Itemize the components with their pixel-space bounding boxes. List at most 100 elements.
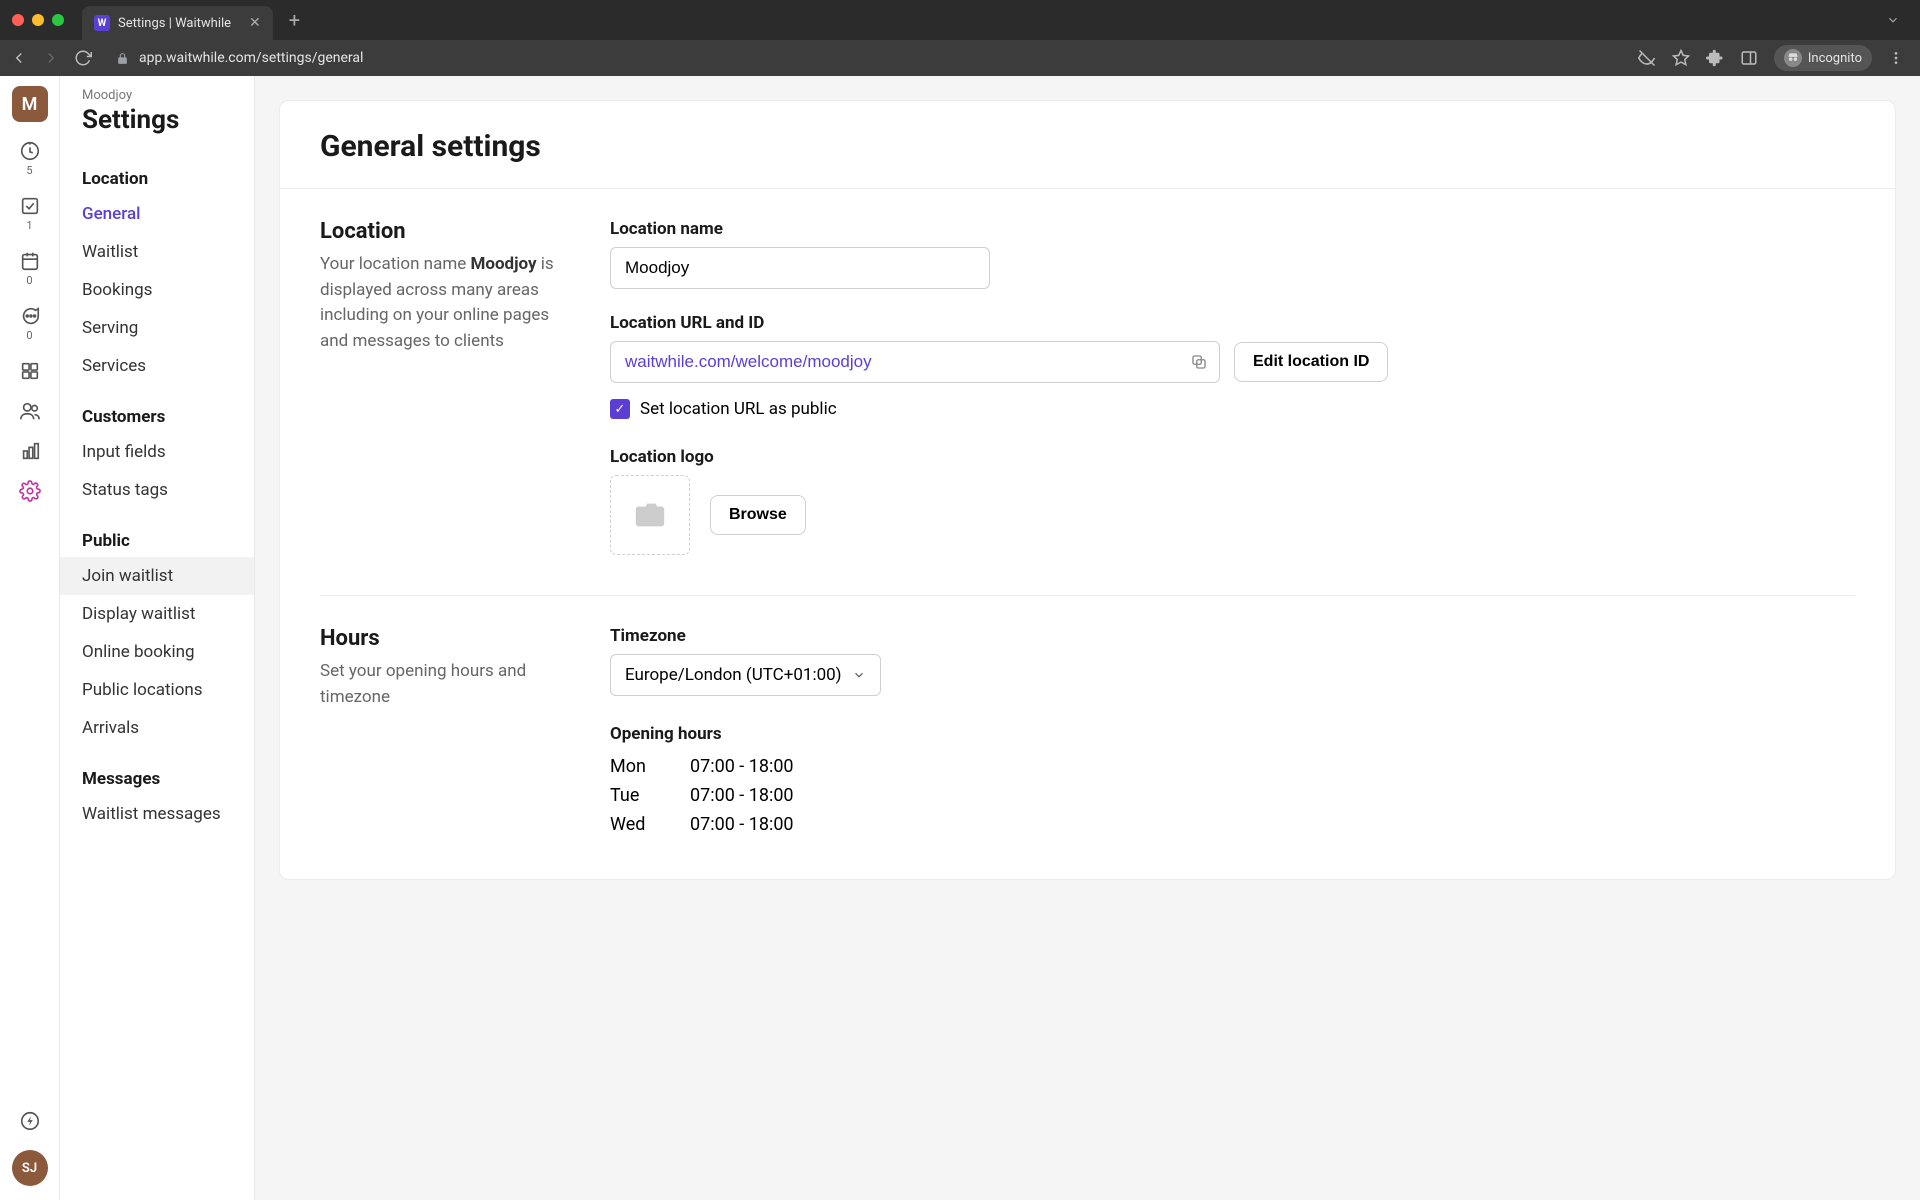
sidepanel-icon[interactable] bbox=[1740, 49, 1758, 67]
rail-item-bookings[interactable]: 0 bbox=[10, 250, 50, 287]
timezone-select[interactable]: Europe/London (UTC+01:00) bbox=[610, 654, 881, 696]
calendar-icon bbox=[19, 250, 41, 272]
back-button[interactable] bbox=[10, 49, 28, 67]
sidebar-item-bookings[interactable]: Bookings bbox=[60, 271, 254, 309]
label-opening-hours: Opening hours bbox=[610, 724, 1855, 744]
sidebar-item-join-waitlist[interactable]: Join waitlist bbox=[60, 557, 254, 595]
lock-icon bbox=[116, 52, 129, 65]
rail-item-messages[interactable]: 0 bbox=[10, 305, 50, 342]
label-timezone: Timezone bbox=[610, 626, 1855, 646]
bolt-icon bbox=[19, 1110, 41, 1132]
users-icon bbox=[19, 400, 41, 422]
nav-bar: app.waitwhile.com/settings/general Incog… bbox=[0, 40, 1920, 76]
hours-day: Mon bbox=[610, 756, 660, 777]
incognito-label: Incognito bbox=[1808, 51, 1862, 66]
window-controls bbox=[12, 14, 64, 26]
eye-off-icon[interactable] bbox=[1638, 49, 1656, 67]
rail-badge: 5 bbox=[26, 164, 32, 177]
sidebar-item-arrivals[interactable]: Arrivals bbox=[60, 709, 254, 747]
settings-card: General settings Location Your location … bbox=[279, 100, 1896, 880]
incognito-icon bbox=[1784, 49, 1802, 67]
url-bar[interactable]: app.waitwhile.com/settings/general bbox=[106, 50, 1624, 66]
page-title: Settings bbox=[60, 103, 254, 149]
breadcrumb[interactable]: Moodjoy bbox=[60, 76, 254, 103]
label-location-url: Location URL and ID bbox=[610, 313, 1855, 333]
section-hours: Hours Set your opening hours and timezon… bbox=[320, 626, 1855, 839]
rail-badge: 0 bbox=[26, 329, 32, 342]
copy-icon[interactable] bbox=[1190, 353, 1208, 371]
edit-location-id-button[interactable]: Edit location ID bbox=[1234, 342, 1388, 382]
main-content: General settings Location Your location … bbox=[255, 76, 1920, 1200]
sidebar-heading-messages: Messages bbox=[60, 759, 254, 795]
menu-icon[interactable] bbox=[1888, 50, 1904, 66]
section-desc-location: Your location name Moodjoy is displayed … bbox=[320, 252, 570, 354]
hours-time: 07:00 - 18:00 bbox=[690, 785, 794, 806]
browse-button[interactable]: Browse bbox=[710, 495, 806, 535]
rail-item-serving[interactable]: 1 bbox=[10, 195, 50, 232]
sidebar-item-input-fields[interactable]: Input fields bbox=[60, 433, 254, 471]
section-heading-hours: Hours bbox=[320, 626, 570, 651]
browser-chrome: W Settings | Waitwhile ✕ + app.waitwhile… bbox=[0, 0, 1920, 76]
clock-icon bbox=[19, 140, 41, 162]
hours-row: Tue 07:00 - 18:00 bbox=[610, 781, 1855, 810]
logo-placeholder[interactable] bbox=[610, 475, 690, 555]
rail-item-analytics[interactable] bbox=[10, 440, 50, 462]
maximize-window-icon[interactable] bbox=[52, 14, 64, 26]
sidebar-item-online-booking[interactable]: Online booking bbox=[60, 633, 254, 671]
rail-item-waitlist[interactable]: 5 bbox=[10, 140, 50, 177]
rail-item-help[interactable] bbox=[10, 1110, 50, 1132]
rail-badge: 0 bbox=[26, 274, 32, 287]
hours-time: 07:00 - 18:00 bbox=[690, 756, 794, 777]
chat-icon bbox=[19, 305, 41, 327]
section-heading-location: Location bbox=[320, 219, 570, 244]
incognito-badge[interactable]: Incognito bbox=[1774, 45, 1872, 71]
sidebar-item-general[interactable]: General bbox=[60, 195, 254, 233]
chart-icon bbox=[19, 440, 41, 462]
org-logo[interactable]: M bbox=[12, 86, 48, 122]
sidebar-item-waitlist[interactable]: Waitlist bbox=[60, 233, 254, 271]
hours-time: 07:00 - 18:00 bbox=[690, 814, 794, 835]
label-location-name: Location name bbox=[610, 219, 1855, 239]
tab-bar: W Settings | Waitwhile ✕ + bbox=[0, 0, 1920, 40]
chevron-down-icon bbox=[852, 668, 866, 682]
close-window-icon[interactable] bbox=[12, 14, 24, 26]
grid-icon bbox=[19, 360, 41, 382]
sidebar-heading-location: Location bbox=[60, 159, 254, 195]
hours-day: Wed bbox=[610, 814, 660, 835]
sidebar-item-display-waitlist[interactable]: Display waitlist bbox=[60, 595, 254, 633]
new-tab-button[interactable]: + bbox=[289, 8, 300, 32]
extensions-icon[interactable] bbox=[1706, 49, 1724, 67]
checkbox-checked-icon[interactable]: ✓ bbox=[610, 399, 630, 419]
reload-button[interactable] bbox=[74, 49, 92, 67]
browser-tab[interactable]: W Settings | Waitwhile ✕ bbox=[82, 6, 273, 40]
location-name-input[interactable] bbox=[610, 247, 990, 289]
hours-day: Tue bbox=[610, 785, 660, 806]
avatar[interactable]: SJ bbox=[12, 1150, 48, 1186]
sidebar-item-services[interactable]: Services bbox=[60, 347, 254, 385]
sidebar-item-status-tags[interactable]: Status tags bbox=[60, 471, 254, 509]
sidebar-item-public-locations[interactable]: Public locations bbox=[60, 671, 254, 709]
sidebar-item-waitlist-messages[interactable]: Waitlist messages bbox=[60, 795, 254, 833]
timezone-value: Europe/London (UTC+01:00) bbox=[625, 665, 842, 685]
forward-button[interactable] bbox=[42, 49, 60, 67]
star-icon[interactable] bbox=[1672, 49, 1690, 67]
divider bbox=[280, 188, 1895, 189]
card-title: General settings bbox=[320, 129, 1855, 188]
close-tab-icon[interactable]: ✕ bbox=[249, 15, 261, 31]
hours-row: Mon 07:00 - 18:00 bbox=[610, 752, 1855, 781]
favicon-icon: W bbox=[94, 15, 110, 31]
rail-item-customers[interactable] bbox=[10, 400, 50, 422]
check-square-icon bbox=[19, 195, 41, 217]
minimize-window-icon[interactable] bbox=[32, 14, 44, 26]
tabs-overflow-icon[interactable] bbox=[1886, 13, 1900, 27]
public-url-checkbox-row[interactable]: ✓ Set location URL as public bbox=[610, 399, 1855, 419]
url-text: app.waitwhile.com/settings/general bbox=[139, 50, 363, 66]
sidebar-item-serving[interactable]: Serving bbox=[60, 309, 254, 347]
sidebar: Moodjoy Settings Location General Waitli… bbox=[60, 76, 255, 1200]
opening-hours-table: Mon 07:00 - 18:00 Tue 07:00 - 18:00 Wed … bbox=[610, 752, 1855, 839]
location-url-input[interactable] bbox=[610, 341, 1220, 383]
hours-row: Wed 07:00 - 18:00 bbox=[610, 810, 1855, 839]
nav-right: Incognito bbox=[1638, 45, 1904, 71]
rail-item-apps[interactable] bbox=[10, 360, 50, 382]
rail-item-settings[interactable] bbox=[10, 480, 50, 502]
